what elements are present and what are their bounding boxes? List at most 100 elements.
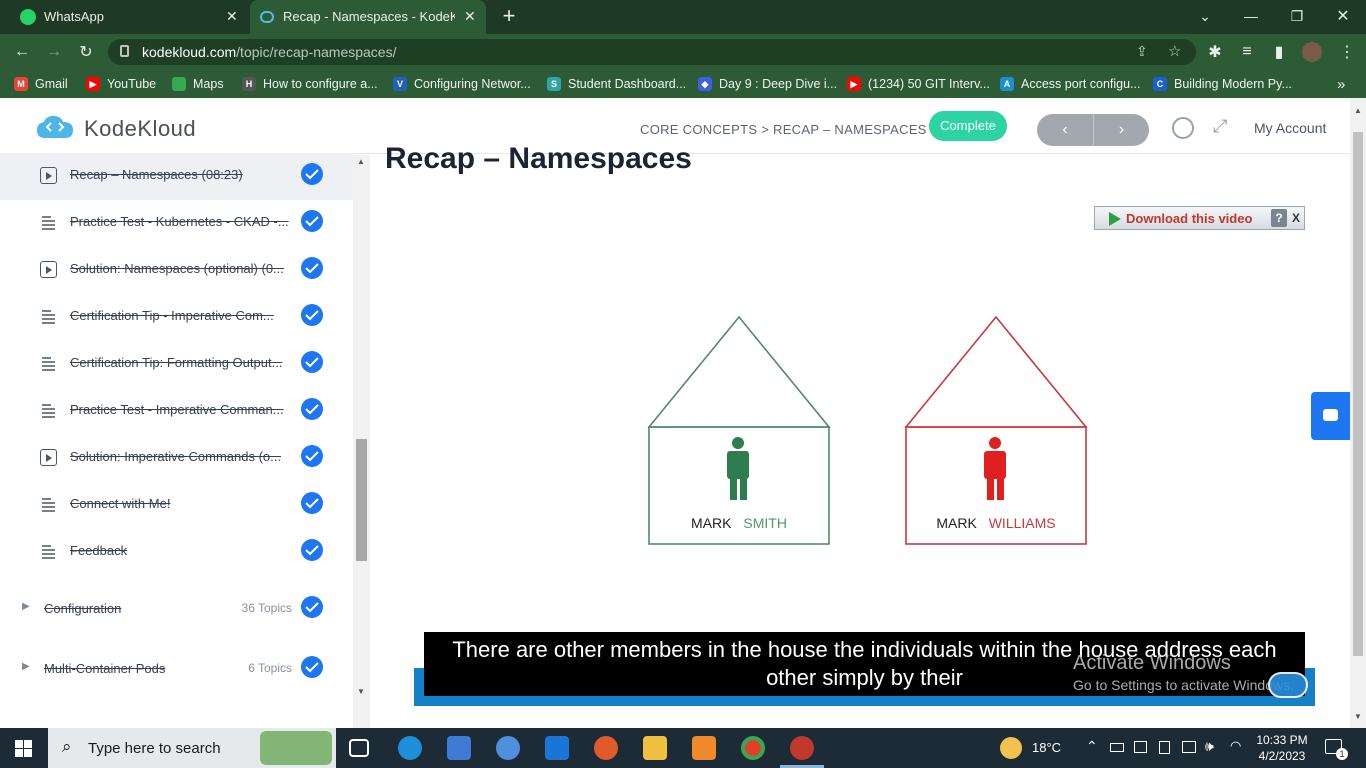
time: 10:33 PM — [1256, 733, 1308, 747]
scroll-down-icon[interactable]: ▼ — [357, 687, 365, 696]
display-icon[interactable] — [1182, 741, 1196, 753]
scroll-up-icon[interactable]: ▲ — [357, 157, 365, 166]
check-icon — [301, 257, 323, 279]
text-lesson-icon — [40, 402, 57, 419]
avatar[interactable] — [1302, 42, 1322, 62]
new-tab-button[interactable]: + — [495, 3, 523, 28]
network-icon[interactable] — [1134, 741, 1147, 753]
scroll-up-icon[interactable]: ▲ — [1354, 106, 1362, 115]
store-icon[interactable] — [447, 736, 471, 760]
feedback-chat-button[interactable] — [1311, 392, 1350, 440]
tray-chevron-icon[interactable]: ⌃ — [1086, 738, 1098, 755]
section-multi-container-pods[interactable]: ▶ Multi-Container Pods 6 Topics — [0, 645, 353, 693]
dark-mode-icon[interactable] — [1172, 117, 1194, 139]
lesson-item[interactable]: Connect with Me! — [0, 482, 353, 529]
page-icon: A — [1000, 77, 1014, 91]
mail-icon[interactable] — [545, 736, 569, 760]
fullscreen-icon[interactable]: ⤢ — [1213, 116, 1227, 137]
bookmark-star-icon[interactable]: ☆ — [1168, 42, 1181, 60]
play-icon — [1109, 212, 1121, 226]
house-left-name: MARK SMITH — [649, 515, 829, 531]
bookmark-configure[interactable]: H How to configure a... — [242, 75, 378, 93]
chatbot-icon[interactable] — [1268, 672, 1308, 698]
caret-right-icon: ▶ — [22, 601, 30, 612]
bookmark-building[interactable]: C Building Modern Py... — [1153, 75, 1292, 93]
lesson-item[interactable]: Solution: Imperative Commands (o... — [0, 435, 353, 482]
page-scrollbar[interactable]: ▲ ▼ — [1350, 98, 1366, 728]
app-icon[interactable] — [496, 736, 520, 760]
lesson-item[interactable]: Practice Test - Imperative Comman... — [0, 388, 353, 435]
caret-right-icon: ▶ — [22, 661, 30, 672]
side-panel-icon[interactable]: ▮ — [1266, 40, 1292, 64]
tab-title: Recap - Namespaces - KodeKloud — [283, 9, 455, 24]
bookmark-student-dashboard[interactable]: S Student Dashboard... — [547, 75, 686, 93]
lesson-item[interactable]: Certification Tip: Formatting Output... — [0, 341, 353, 388]
lesson-item[interactable]: Practice Test - Kubernetes - CKAD -... — [0, 200, 353, 247]
volume-icon[interactable]: 🕪 — [1205, 738, 1214, 755]
menu-icon[interactable]: ⋮ — [1334, 40, 1360, 64]
back-icon[interactable]: ← — [9, 40, 35, 64]
share-icon[interactable]: ⇪ — [1136, 43, 1148, 60]
course-sidebar: Recap – Namespaces (08:23) Practice Test… — [0, 153, 353, 728]
complete-button[interactable]: Complete — [929, 111, 1007, 141]
bookmark-maps[interactable]: Maps — [172, 75, 224, 93]
logo-text[interactable]: KodeKloud — [84, 116, 196, 142]
close-icon[interactable]: ✕ — [226, 8, 238, 25]
media-icon[interactable]: ≡ — [1234, 40, 1260, 64]
bookmark-gmail[interactable]: M Gmail — [14, 75, 68, 93]
close-icon[interactable]: X — [1289, 209, 1303, 227]
taskbar-search[interactable]: ⌕ Type here to search — [48, 728, 336, 768]
clock[interactable]: 10:33 PM 4/2/2023 — [1256, 732, 1308, 764]
kodekloud-icon — [260, 11, 274, 23]
device-icon[interactable] — [1159, 741, 1170, 754]
lesson-item[interactable]: Certification Tip - Imperative Com... — [0, 294, 353, 341]
app-icon[interactable] — [692, 736, 716, 760]
tab-whatsapp[interactable]: WhatsApp ✕ — [8, 0, 248, 34]
windows-start-icon[interactable] — [15, 740, 32, 757]
task-view-icon[interactable] — [349, 739, 369, 757]
address-bar[interactable]: kodekloud.com/topic/recap-namespaces/ ⇪ … — [108, 39, 1196, 65]
restore-icon[interactable]: ❐ — [1283, 4, 1311, 28]
reload-icon[interactable]: ↻ — [73, 40, 99, 64]
forward-icon[interactable]: → — [41, 40, 67, 64]
bookmark-networking[interactable]: V Configuring Networ... — [393, 75, 531, 93]
chrome-active-icon[interactable] — [790, 736, 814, 760]
kodekloud-logo-icon[interactable] — [35, 114, 75, 140]
tab-search-icon[interactable]: ⌄ — [1191, 4, 1219, 28]
close-icon[interactable]: ✕ — [464, 8, 476, 25]
extensions-icon[interactable]: ✱ — [1202, 40, 1228, 64]
prev-lesson-button[interactable]: ‹ — [1037, 114, 1093, 146]
app-icon[interactable] — [594, 736, 618, 760]
text-lesson-icon — [40, 355, 57, 372]
next-lesson-button[interactable]: › — [1093, 114, 1149, 146]
weather-temp[interactable]: 18°C — [1032, 740, 1061, 755]
download-video-button[interactable]: Download this video ? X — [1094, 206, 1305, 230]
lesson-item[interactable]: Recap – Namespaces (08:23) — [0, 153, 353, 200]
bookmark-day9[interactable]: ◆ Day 9 : Deep Dive i... — [698, 75, 837, 93]
close-window-icon[interactable]: ✕ — [1329, 4, 1357, 28]
bookmark-youtube[interactable]: ▶ YouTube — [86, 75, 156, 93]
first-name: MARK — [691, 515, 732, 531]
lesson-item[interactable]: Solution: Namespaces (optional) (0... — [0, 247, 353, 294]
lesson-item[interactable]: Feedback — [0, 529, 353, 576]
help-icon[interactable]: ? — [1271, 209, 1287, 227]
more-bookmarks-icon[interactable]: » — [1337, 75, 1345, 93]
my-account-link[interactable]: My Account — [1254, 120, 1326, 136]
edge-icon[interactable] — [398, 736, 422, 760]
section-configuration[interactable]: ▶ Configuration 36 Topics — [0, 585, 353, 633]
battery-icon[interactable] — [1110, 743, 1124, 752]
bookmark-git[interactable]: ▶ (1234) 50 GIT Interv... — [847, 75, 990, 93]
house-smith — [647, 315, 831, 545]
wifi-icon[interactable]: ◠ — [1230, 738, 1241, 754]
scrollbar-thumb[interactable] — [1353, 132, 1363, 656]
scroll-down-icon[interactable]: ▼ — [1354, 712, 1362, 721]
bookmark-access-port[interactable]: A Access port configu... — [1000, 75, 1141, 93]
scrollbar-thumb[interactable] — [356, 439, 367, 561]
tab-kodekloud[interactable]: Recap - Namespaces - KodeKloud ✕ — [250, 0, 486, 34]
file-explorer-icon[interactable] — [643, 736, 667, 760]
url-text: kodekloud.com/topic/recap-namespaces/ — [142, 44, 397, 60]
minimize-icon[interactable]: — — [1237, 4, 1265, 28]
sidebar-scrollbar[interactable]: ▲ ▼ — [353, 155, 370, 728]
weather-icon[interactable] — [1000, 737, 1022, 759]
chrome-icon[interactable] — [741, 736, 765, 760]
